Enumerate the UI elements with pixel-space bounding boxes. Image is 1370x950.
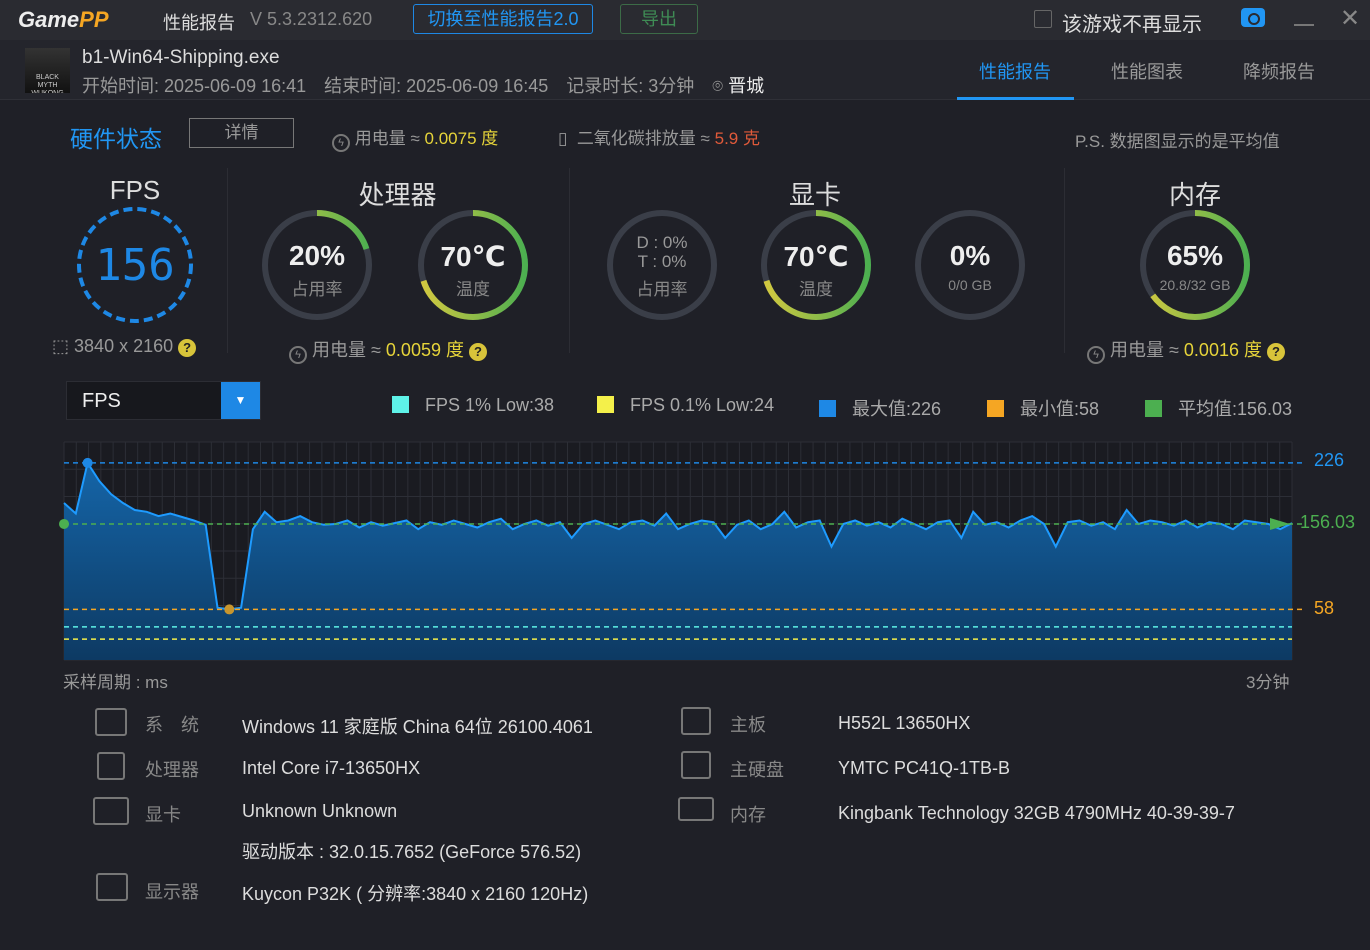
mem-usage: 65% (1166, 240, 1224, 271)
mb-value: H552L 13650HX (838, 713, 971, 733)
gpu-driver: 驱动版本 : 32.0.15.7652 (GeForce 576.52) (242, 842, 582, 862)
legend-min: 最小值:58 (987, 395, 1099, 421)
cpu-value: Intel Core i7-13650HX (242, 758, 421, 778)
gpu-usage-d: D : 0% (636, 233, 688, 252)
gpu-value: Unknown Unknown (242, 801, 398, 821)
max-line-label: 226 (1314, 450, 1345, 470)
legend-low1: FPS 1% Low:38 (392, 395, 554, 416)
dont-show-label[interactable]: 该游戏不再显示 (1062, 8, 1202, 37)
mem-label: 内存 (730, 805, 766, 825)
monitor-value: Kuycon P32K ( 分辨率:3840 x 2160 120Hz) (242, 884, 589, 904)
cpu-temp: 70℃ (440, 241, 506, 272)
fps-title: FPS (109, 175, 161, 205)
gamepp-logo: GamePP (18, 7, 109, 32)
fps-value: 156 (95, 240, 175, 291)
max-point (82, 457, 93, 468)
monitor-label: 显示器 (145, 882, 199, 902)
gpu-temp-label: 温度 (799, 280, 833, 299)
minimize-icon[interactable] (1294, 24, 1314, 26)
cpu-power: ϟ 用电量 ≈ 0.0059 度 ? (289, 336, 487, 364)
monitor-icon (96, 873, 128, 901)
system-icon (95, 708, 127, 736)
tab-performance-chart[interactable]: 性能图表 (1111, 58, 1183, 84)
hardware-status-title: 硬件状态 (70, 126, 162, 152)
chevron-down-icon[interactable]: ▼ (221, 382, 260, 419)
mem-value: Kingbank Technology 32GB 4790MHz 40-39-3… (838, 803, 1235, 823)
note: P.S. 数据图显示的是平均值 (1075, 132, 1280, 151)
fps-chart (59, 441, 1306, 661)
duration: 记录时长: 3分钟 (566, 76, 695, 96)
gpu-title: 显卡 (788, 180, 841, 210)
cpu-label: 处理器 (145, 760, 199, 780)
gpu-label: 显卡 (145, 805, 181, 825)
dont-show-checkbox[interactable] (1034, 10, 1052, 28)
detail-button[interactable]: 详情 (189, 118, 294, 148)
gpu-usage-label: 占用率 (636, 280, 688, 299)
min-line-label: 58 (1314, 598, 1335, 618)
metric-select[interactable]: FPS ▼ (66, 381, 261, 420)
cpu-temp-label: 温度 (456, 280, 490, 299)
gpu-temp: 70℃ (783, 241, 849, 272)
cpu-usage-label: 占用率 (291, 280, 343, 299)
help-icon[interactable]: ? (1267, 343, 1285, 361)
close-icon[interactable]: ✕ (1340, 4, 1360, 33)
resolution: ⬚ 3840 x 2160 ? (52, 336, 197, 357)
mb-label: 主板 (730, 715, 766, 735)
sys-value: Windows 11 家庭版 China 64位 26100.4061 (242, 717, 593, 737)
game-exe: b1-Win64-Shipping.exe (82, 47, 280, 68)
tab-performance-report[interactable]: 性能报告 (979, 58, 1051, 84)
legend-low01: FPS 0.1% Low:24 (597, 395, 774, 416)
x-axis-end: 3分钟 (1246, 673, 1290, 692)
total-power: ϟ 用电量 ≈ 0.0075 度 (332, 124, 498, 152)
mem-usage-label: 20.8/32 GB (1159, 277, 1231, 293)
co2: ▯ 二氧化碳排放量 ≈ 5.9 克 (558, 129, 760, 148)
mem-power: ϟ 用电量 ≈ 0.0016 度 ? (1087, 336, 1285, 364)
vram-usage: 0% (949, 240, 991, 271)
legend-avg: 平均值:156.03 (1145, 395, 1292, 421)
start-time: 开始时间: 2025-06-09 16:41 (82, 76, 307, 96)
legend-max: 最大值:226 (819, 395, 941, 421)
help-icon[interactable]: ? (469, 343, 487, 361)
bolt-icon: ϟ (332, 134, 350, 152)
export-button[interactable]: 导出 (620, 4, 698, 34)
help-icon[interactable]: ? (178, 339, 197, 357)
min-point (224, 604, 235, 615)
motherboard-icon (681, 707, 711, 735)
avg-line-label: 156.03 (1300, 512, 1356, 532)
game-info: 开始时间: 2025-06-09 16:41 结束时间: 2025-06-09 1… (82, 72, 764, 98)
gpu-usage-t: T : 0% (637, 252, 687, 271)
x-axis-label: 采样周期 : ms (63, 673, 168, 692)
vram-label: 0/0 GB (948, 277, 992, 293)
app-title: 性能报告 (163, 13, 235, 33)
cpu-title: 处理器 (358, 180, 437, 210)
disk-label: 主硬盘 (730, 760, 784, 780)
sys-label: 系 统 (145, 715, 199, 735)
camera-icon[interactable] (1241, 8, 1265, 27)
cpu-icon (97, 752, 125, 780)
tab-throttle-report[interactable]: 降频报告 (1243, 58, 1315, 84)
bolt-icon: ϟ (1087, 346, 1105, 364)
bolt-icon: ϟ (289, 346, 307, 364)
screen-icon: ⬚ (52, 336, 70, 356)
switch-report-button[interactable]: 切换至性能报告2.0 (413, 4, 593, 34)
disk-icon (681, 751, 711, 779)
disk-value: YMTC PC41Q-1TB-B (838, 758, 1011, 778)
end-time: 结束时间: 2025-06-09 16:45 (324, 76, 549, 96)
active-tab-indicator (957, 97, 1074, 100)
avg-start-point (59, 518, 69, 529)
city: 晋城 (728, 76, 765, 96)
gpu-icon (93, 797, 129, 825)
co2-icon: ▯ (558, 129, 568, 148)
location-icon: ⌾ (712, 76, 729, 96)
cpu-usage: 20% (288, 240, 346, 271)
game-icon: BLACK MYTH WUKONG (25, 48, 70, 93)
mem-title: 内存 (1168, 180, 1221, 210)
version: V 5.3.2312.620 (250, 9, 373, 29)
memory-icon (678, 797, 714, 821)
